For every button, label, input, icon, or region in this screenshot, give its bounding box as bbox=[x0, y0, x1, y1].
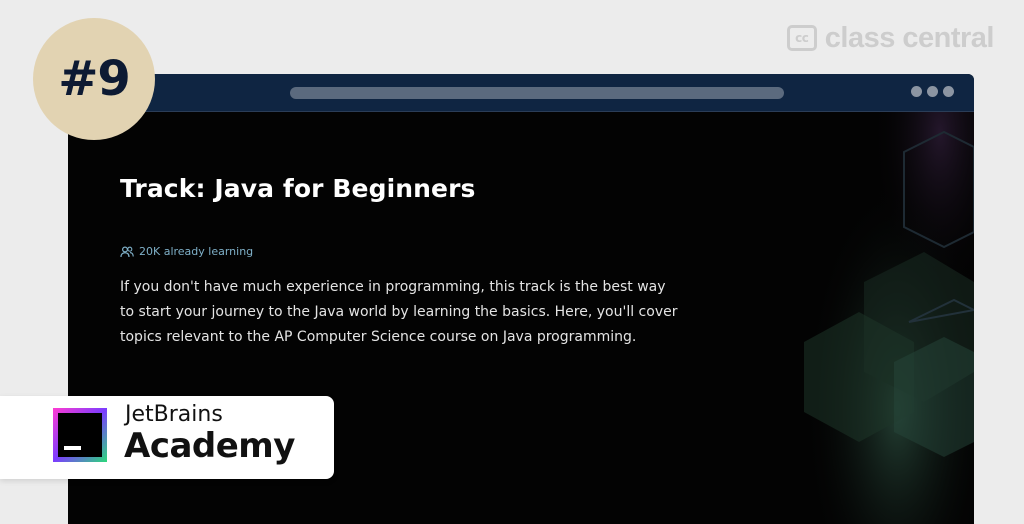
jetbrains-academy-logo: JetBrains Academy bbox=[0, 396, 334, 479]
decorative-hexagons-graphic bbox=[804, 112, 974, 524]
browser-title-bar bbox=[68, 74, 974, 112]
window-dot-icon bbox=[927, 86, 938, 97]
learners-count: 20K already learning bbox=[120, 245, 253, 258]
logo-jetbrains-text: JetBrains bbox=[125, 402, 223, 427]
window-dot-icon bbox=[911, 86, 922, 97]
class-central-badge-icon: cc bbox=[786, 25, 817, 51]
address-bar bbox=[290, 87, 784, 99]
course-title: Track: Java for Beginners bbox=[120, 174, 476, 203]
learners-text: 20K already learning bbox=[139, 245, 254, 258]
users-icon bbox=[120, 245, 134, 257]
class-central-logo: cc class central bbox=[786, 20, 995, 56]
class-central-wordmark: class central bbox=[824, 21, 995, 54]
window-controls bbox=[911, 86, 954, 97]
rank-badge: #9 bbox=[33, 18, 155, 140]
jetbrains-logo-icon bbox=[53, 408, 107, 462]
course-description: If you don't have much experience in pro… bbox=[120, 279, 678, 345]
logo-academy-text: Academy bbox=[124, 426, 295, 466]
window-dot-icon bbox=[943, 86, 954, 97]
